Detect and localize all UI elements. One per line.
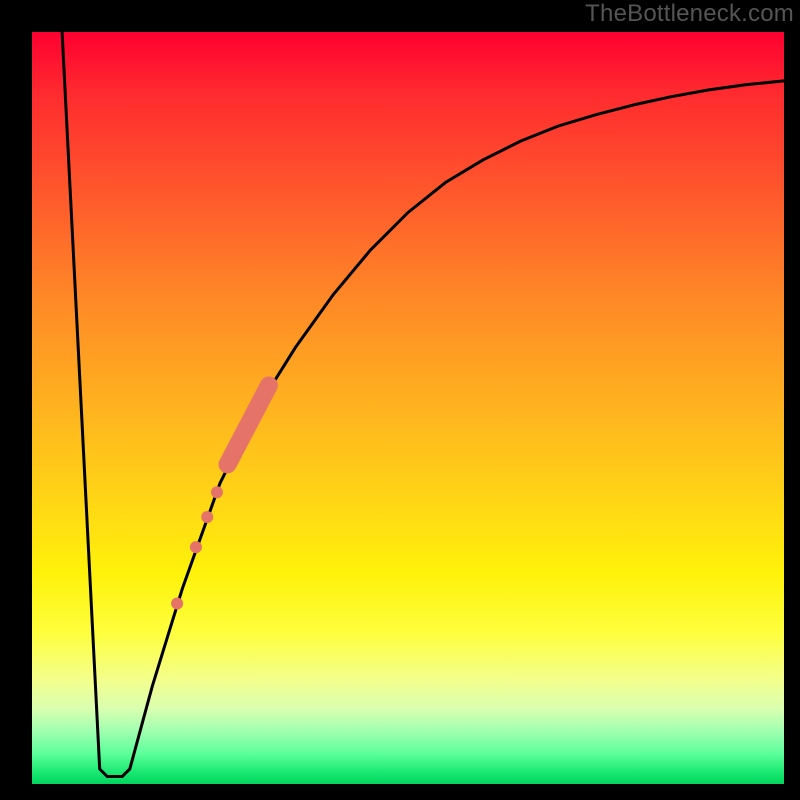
bottleneck-curve	[62, 32, 784, 777]
marker-dot	[201, 511, 213, 523]
marker-dot	[211, 486, 223, 498]
chart-svg	[32, 32, 784, 784]
marker-dots	[171, 486, 223, 609]
marker-band	[228, 385, 269, 464]
marker-dot	[190, 541, 202, 553]
plot-area	[32, 32, 784, 784]
marker-dot	[171, 598, 183, 610]
chart-frame: TheBottleneck.com	[0, 0, 800, 800]
watermark-text: TheBottleneck.com	[585, 0, 794, 28]
